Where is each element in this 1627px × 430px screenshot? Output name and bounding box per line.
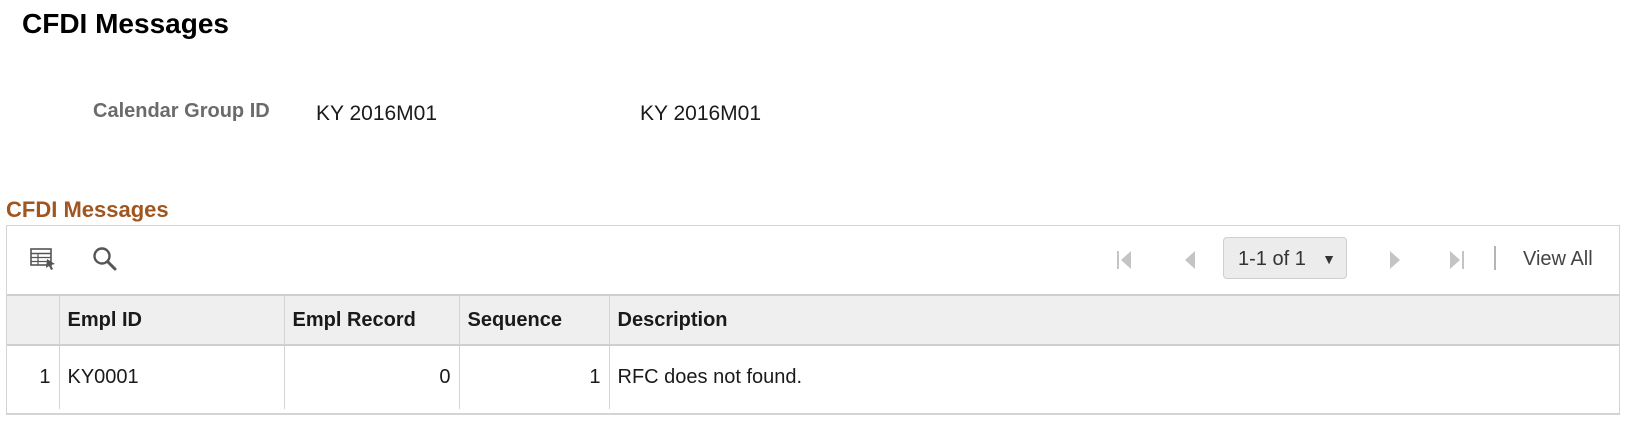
chevron-down-icon: ▼ [1322, 251, 1336, 267]
previous-page-icon[interactable] [1177, 246, 1203, 274]
column-header-description[interactable]: Description [609, 294, 1619, 346]
calendar-group-row: Calendar Group ID KY 2016M01 KY 2016M01 [0, 97, 900, 127]
next-page-icon[interactable] [1382, 246, 1408, 274]
cfdi-messages-grid: 1-1 of 1 ▼ View All Empl ID Empl Record … [6, 225, 1620, 415]
view-all-link[interactable]: View All [1523, 246, 1593, 272]
column-header-empl-id[interactable]: Empl ID [59, 294, 285, 346]
grid-toolbar: 1-1 of 1 ▼ View All [7, 226, 1619, 294]
calendar-group-value: KY 2016M01 [316, 102, 438, 125]
table-header-row: Empl ID Empl Record Sequence Description [7, 294, 1619, 346]
cell-empl-record: 0 [284, 345, 460, 409]
calendar-group-description: KY 2016M01 [640, 102, 762, 125]
grid-personalize-icon[interactable] [29, 245, 57, 273]
column-header-sequence[interactable]: Sequence [459, 294, 610, 346]
last-page-icon[interactable] [1444, 246, 1470, 274]
grid-title: CFDI Messages [6, 197, 169, 222]
page-title: CFDI Messages [22, 8, 229, 39]
toolbar-divider [1494, 246, 1496, 270]
page-select-value: 1-1 of 1 [1238, 248, 1306, 270]
page-select[interactable]: 1-1 of 1 ▼ [1223, 237, 1347, 279]
messages-table: Empl ID Empl Record Sequence Description… [7, 294, 1619, 409]
first-page-icon[interactable] [1111, 246, 1137, 274]
column-header-index [7, 294, 60, 346]
row-index: 1 [7, 345, 60, 409]
search-icon[interactable] [91, 245, 119, 273]
column-header-empl-record[interactable]: Empl Record [284, 294, 460, 346]
page: CFDI Messages Calendar Group ID KY 2016M… [0, 0, 1627, 430]
cell-description: RFC does not found. [617, 366, 803, 388]
calendar-group-label: Calendar Group ID [93, 100, 270, 122]
cell-sequence: 1 [459, 345, 610, 409]
table-row: 1 KY0001 0 1 RFC does not found. [7, 345, 1619, 409]
cell-empl-id: KY0001 [59, 345, 285, 409]
